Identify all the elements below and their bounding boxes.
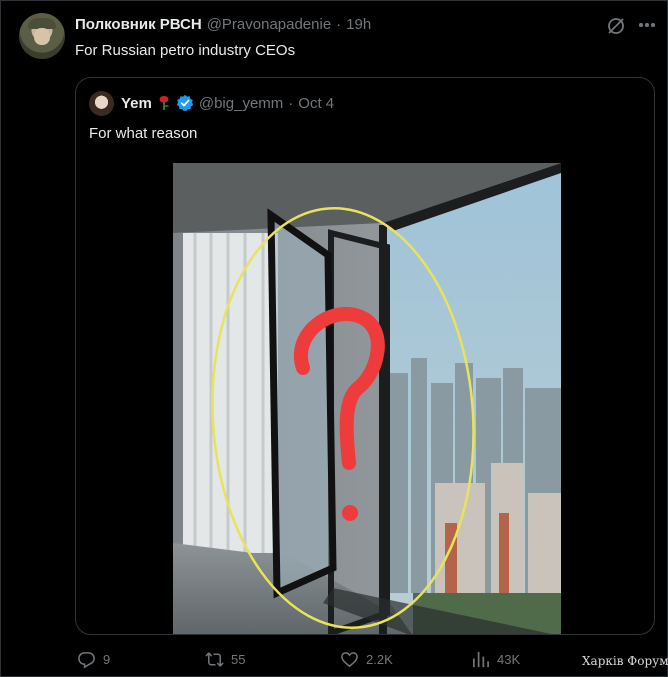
repost-icon [205, 652, 224, 667]
watermark-text: Харків Форум [582, 654, 668, 668]
views-button[interactable]: 43K [471, 650, 520, 669]
more-options-icon[interactable] [636, 15, 658, 35]
quoted-author-avatar[interactable] [89, 91, 114, 116]
quoted-tweet-text: For what reason [89, 125, 198, 142]
tweet-time[interactable]: 19h [346, 16, 371, 33]
dot-separator: · [336, 16, 342, 33]
quoted-tweet-header: Yem @big_yemm · Oct 4 [121, 94, 334, 112]
like-button[interactable]: 2.2K [340, 650, 393, 669]
quoted-author-name[interactable]: Yem [121, 95, 152, 112]
grok-icon[interactable] [606, 16, 626, 36]
rose-emoji-icon [159, 96, 169, 110]
heart-icon [341, 652, 358, 668]
dot-separator: · [288, 94, 294, 112]
avatar-face [34, 28, 50, 45]
repost-count: 55 [231, 652, 246, 667]
verified-badge-icon [176, 94, 194, 112]
reply-icon [78, 652, 95, 669]
window-photo-illustration [173, 163, 561, 634]
views-count: 43K [497, 652, 521, 667]
reply-button[interactable]: 9 [77, 650, 110, 669]
tweet-actions: 9 55 2.2K 43K [0, 650, 668, 672]
author-avatar[interactable] [19, 13, 65, 59]
author-handle[interactable]: @Pravonapadenie [207, 16, 331, 33]
quoted-author-handle[interactable]: @big_yemm [199, 95, 283, 112]
repost-button[interactable]: 55 [205, 650, 245, 669]
reply-count: 9 [103, 652, 111, 667]
like-count: 2.2K [366, 652, 393, 667]
tweet-text: For Russian petro industry CEOs [75, 42, 296, 59]
quoted-tweet[interactable]: Yem @big_yemm · Oct 4 For what reason [75, 77, 655, 635]
author-name[interactable]: Полковник РВСН [75, 16, 202, 33]
views-chart-icon [472, 651, 489, 668]
tweet-photo[interactable] [173, 163, 561, 634]
quoted-tweet-date[interactable]: Oct 4 [298, 95, 334, 112]
tweet-header: Полковник РВСН @Pravonapadenie · 19h [75, 16, 371, 33]
